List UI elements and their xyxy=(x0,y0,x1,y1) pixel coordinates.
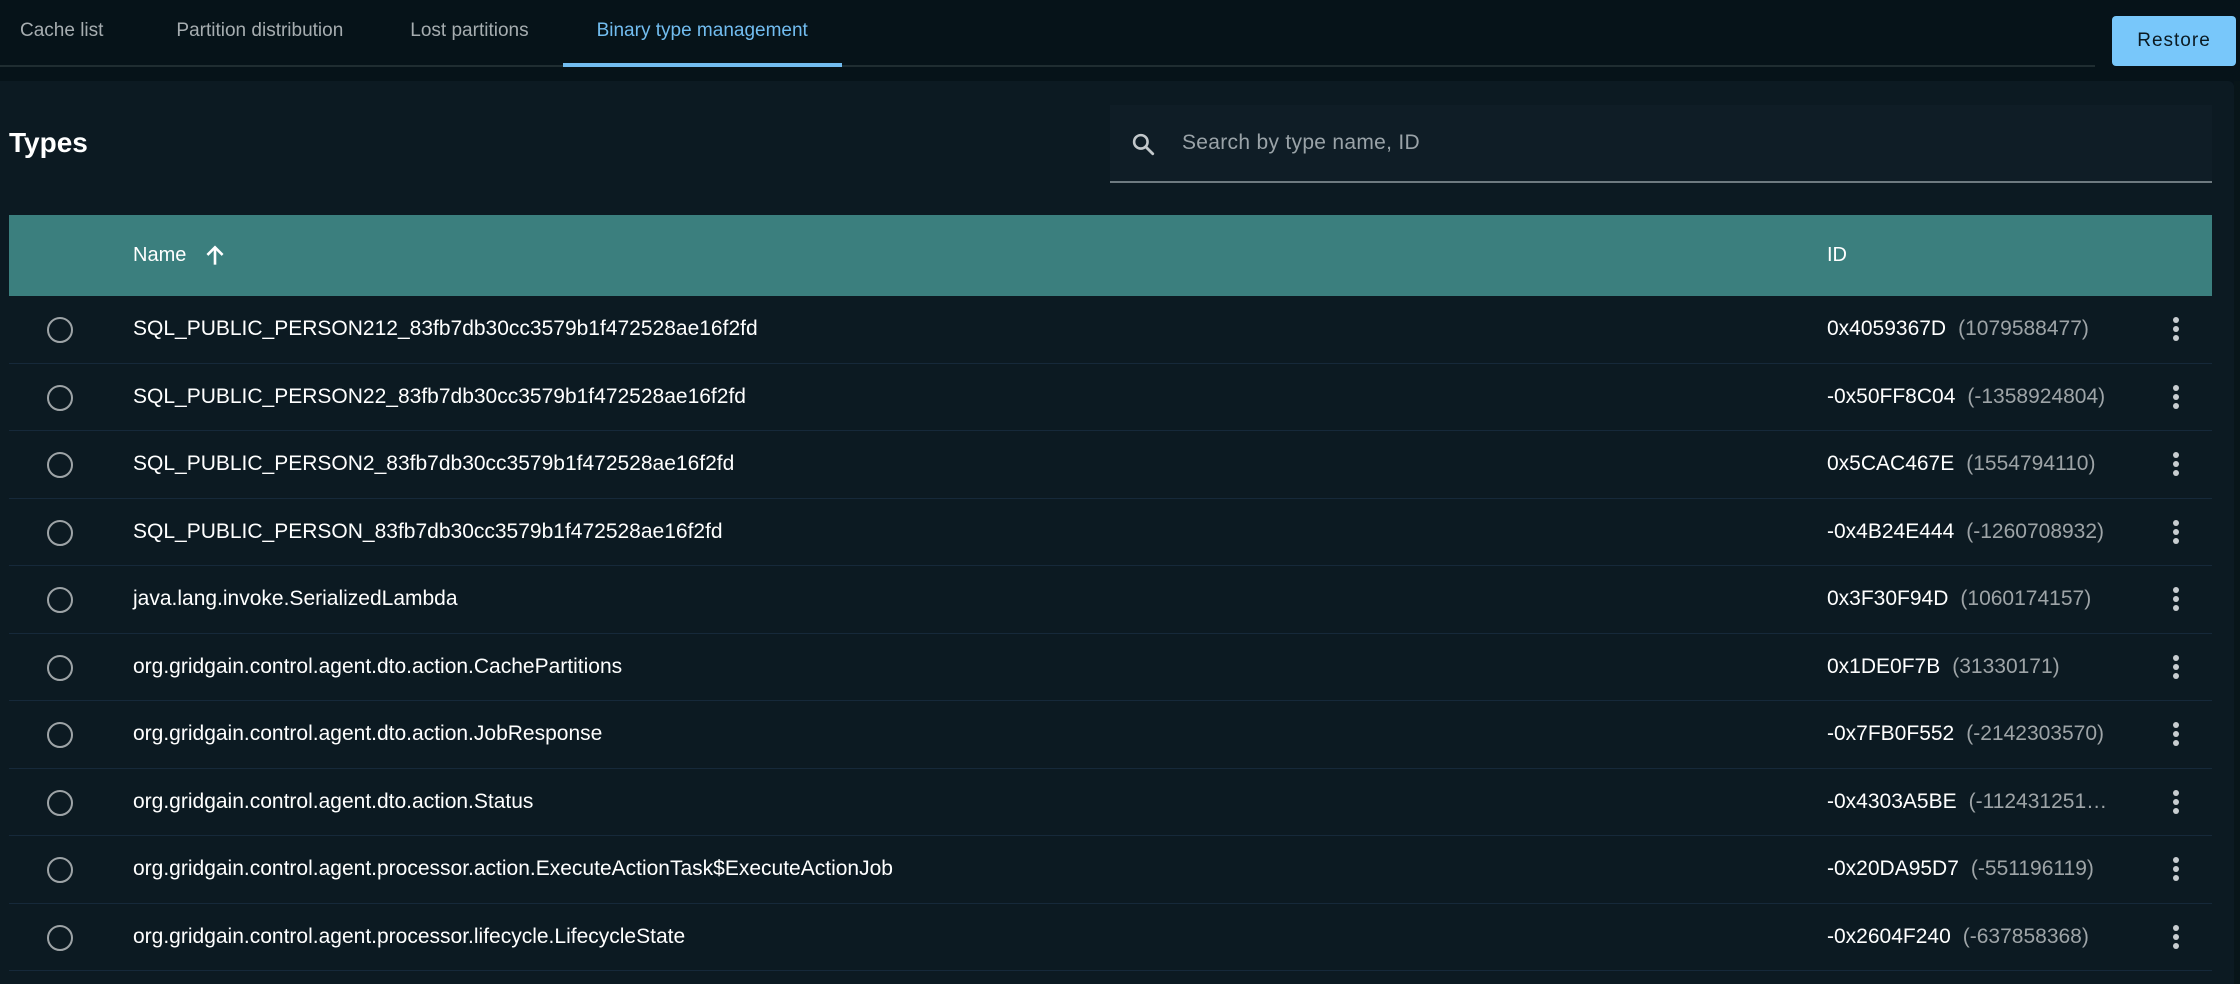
type-id-decimal: (-1358924804) xyxy=(1967,384,2106,408)
more-vert-icon[interactable] xyxy=(2161,854,2191,884)
types-table: Name ID SQL_PUBLIC_PERSON212_83fb7db30cc… xyxy=(9,215,2212,971)
tab-bar: Cache list Partition distribution Lost p… xyxy=(0,0,2240,80)
search-icon xyxy=(1132,133,1155,156)
table-header: Name ID xyxy=(9,215,2212,296)
type-id: 0x1DE0F7B (31330171) xyxy=(1827,634,2127,700)
type-id: 0x5CAC467E (1554794110) xyxy=(1827,431,2127,497)
type-name: org.gridgain.control.agent.processor.lif… xyxy=(133,924,686,948)
restore-button[interactable]: Restore xyxy=(2112,16,2236,66)
more-vert-icon[interactable] xyxy=(2161,449,2191,479)
type-id: -0x4303A5BE (-112431251… xyxy=(1827,769,2127,835)
type-id: -0x50FF8C04 (-1358924804) xyxy=(1827,364,2127,430)
type-name: SQL_PUBLIC_PERSON_83fb7db30cc3579b1f4725… xyxy=(133,519,723,543)
row-select-radio[interactable] xyxy=(47,587,73,613)
table-row[interactable]: SQL_PUBLIC_PERSON2_83fb7db30cc3579b1f472… xyxy=(9,431,2212,499)
type-id-hex: 0x5CAC467E xyxy=(1827,452,1955,475)
more-vert-icon[interactable] xyxy=(2161,517,2191,547)
row-select-radio[interactable] xyxy=(47,384,73,411)
type-id: -0x2604F240 (-637858368) xyxy=(1827,904,2127,970)
type-name: SQL_PUBLIC_PERSON2_83fb7db30cc3579b1f472… xyxy=(133,452,735,475)
type-name: java.lang.invoke.SerializedLambda xyxy=(133,587,458,610)
type-id-hex: -0x7FB0F552 xyxy=(1827,722,1955,745)
type-id-hex: -0x4303A5BE xyxy=(1827,789,1957,813)
more-vert-icon[interactable] xyxy=(2161,584,2191,614)
type-id-decimal: (31330171) xyxy=(1952,654,2060,678)
search-input[interactable] xyxy=(1182,105,2182,181)
type-id-decimal: (-551196119) xyxy=(1970,857,2094,880)
type-id-decimal: (1079588477) xyxy=(1958,317,2089,340)
row-select-radio[interactable] xyxy=(47,317,73,343)
table-row[interactable]: SQL_PUBLIC_PERSON22_83fb7db30cc3579b1f47… xyxy=(9,364,2212,431)
tab-partition-distribution[interactable]: Partition distribution xyxy=(150,0,387,65)
type-name: SQL_PUBLIC_PERSON212_83fb7db30cc3579b1f4… xyxy=(133,317,758,340)
table-row[interactable]: org.gridgain.control.agent.processor.lif… xyxy=(9,904,2212,971)
row-select-radio[interactable] xyxy=(47,722,73,748)
type-id-hex: -0x2604F240 xyxy=(1827,924,1951,948)
tab-binary-type-management[interactable]: Binary type management xyxy=(562,0,843,67)
type-id: -0x4B24E444 (-1260708932) xyxy=(1827,499,2127,565)
table-row[interactable]: org.gridgain.control.agent.dto.action.Jo… xyxy=(9,701,2212,769)
type-name: SQL_PUBLIC_PERSON22_83fb7db30cc3579b1f47… xyxy=(133,384,746,408)
type-id-hex: 0x4059367D xyxy=(1827,317,1947,340)
table-row[interactable]: org.gridgain.control.agent.dto.action.St… xyxy=(9,769,2212,836)
type-id-decimal: (-1260708932) xyxy=(1966,519,2105,543)
type-id-hex: 0x1DE0F7B xyxy=(1827,654,1941,678)
search-field xyxy=(1110,105,2212,183)
tab-lost-partitions[interactable]: Lost partitions xyxy=(387,0,562,65)
type-name: org.gridgain.control.agent.processor.act… xyxy=(133,857,893,880)
more-vert-icon[interactable] xyxy=(2161,719,2191,749)
type-id: -0x20DA95D7 (-551196119) xyxy=(1827,836,2127,902)
arrow-up-icon[interactable] xyxy=(202,243,228,269)
more-vert-icon[interactable] xyxy=(2161,787,2191,817)
type-name: org.gridgain.control.agent.dto.action.St… xyxy=(133,789,534,813)
column-header-name-label: Name xyxy=(133,244,187,266)
table-row[interactable]: org.gridgain.control.agent.processor.act… xyxy=(9,836,2212,904)
type-name: org.gridgain.control.agent.dto.action.Ca… xyxy=(133,654,623,678)
table-row[interactable]: SQL_PUBLIC_PERSON_83fb7db30cc3579b1f4725… xyxy=(9,499,2212,566)
scrollbar[interactable] xyxy=(2234,81,2240,984)
type-id-decimal: (1060174157) xyxy=(1960,587,2092,610)
row-select-radio[interactable] xyxy=(47,452,73,478)
row-select-radio[interactable] xyxy=(47,519,73,546)
type-id: 0x4059367D (1079588477) xyxy=(1827,296,2127,362)
type-id-decimal: (-637858368) xyxy=(1962,924,2089,948)
row-select-radio[interactable] xyxy=(47,924,73,951)
type-id: 0x3F30F94D (1060174157) xyxy=(1827,566,2127,632)
type-id-decimal: (1554794110) xyxy=(1966,452,2096,475)
type-id-hex: -0x4B24E444 xyxy=(1827,519,1955,543)
column-header-id[interactable]: ID xyxy=(1827,215,1847,296)
more-vert-icon[interactable] xyxy=(2161,382,2191,412)
tab-list: Cache list Partition distribution Lost p… xyxy=(0,0,2095,67)
more-vert-icon[interactable] xyxy=(2161,652,2191,682)
table-body: SQL_PUBLIC_PERSON212_83fb7db30cc3579b1f4… xyxy=(9,296,2212,971)
row-select-radio[interactable] xyxy=(47,857,73,883)
more-vert-icon[interactable] xyxy=(2161,314,2191,344)
column-header-name[interactable]: Name xyxy=(133,215,228,296)
table-row[interactable]: java.lang.invoke.SerializedLambda 0x3F30… xyxy=(9,566,2212,634)
type-id-hex: 0x3F30F94D xyxy=(1827,587,1949,610)
type-name: org.gridgain.control.agent.dto.action.Jo… xyxy=(133,722,603,745)
type-id-decimal: (-112431251… xyxy=(1968,789,2108,813)
type-id-decimal: (-2142303570) xyxy=(1966,722,2105,745)
type-id: -0x7FB0F552 (-2142303570) xyxy=(1827,701,2127,767)
tab-cache-list[interactable]: Cache list xyxy=(0,0,150,65)
row-select-radio[interactable] xyxy=(47,789,73,816)
table-row[interactable]: SQL_PUBLIC_PERSON212_83fb7db30cc3579b1f4… xyxy=(9,296,2212,364)
section-title: Types xyxy=(9,127,88,158)
type-id-hex: -0x50FF8C04 xyxy=(1827,384,1956,408)
more-vert-icon[interactable] xyxy=(2161,922,2191,952)
row-select-radio[interactable] xyxy=(47,654,73,681)
type-id-hex: -0x20DA95D7 xyxy=(1827,857,1959,880)
table-row[interactable]: org.gridgain.control.agent.dto.action.Ca… xyxy=(9,634,2212,701)
